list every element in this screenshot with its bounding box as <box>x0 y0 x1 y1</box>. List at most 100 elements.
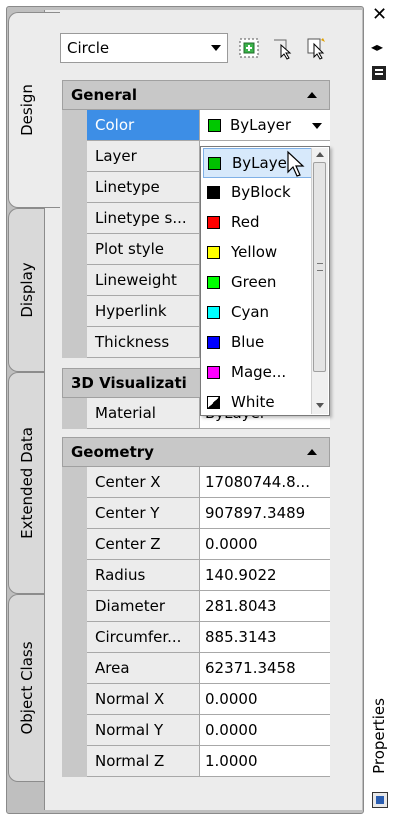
quick-select-icon <box>239 38 259 58</box>
property-row-color[interactable]: Color ByLayer <box>62 110 330 141</box>
color-option-green[interactable]: Green <box>203 268 313 298</box>
palette-icon <box>372 792 388 808</box>
property-row-center-x[interactable]: Center X 17080744.8... <box>62 467 330 498</box>
property-value[interactable]: 0.0000 <box>200 529 330 560</box>
color-option-cyan[interactable]: Cyan <box>203 298 313 328</box>
section-geometry-title: Geometry <box>71 443 154 461</box>
object-type-select[interactable]: Circle <box>60 33 228 63</box>
section-3d-visualization-title: 3D Visualizati <box>71 374 187 392</box>
property-row-normal-x[interactable]: Normal X 0.0000 <box>62 684 330 715</box>
quick-select-button[interactable] <box>236 35 262 61</box>
property-row-center-y[interactable]: Center Y 907897.3489 <box>62 498 330 529</box>
color-swatch-icon <box>207 246 220 259</box>
property-name: Center Y <box>87 498 200 529</box>
close-icon[interactable]: ✕ <box>372 6 387 24</box>
tab-design[interactable]: Design <box>8 12 60 208</box>
palette-title-bar <box>364 0 394 819</box>
property-value[interactable]: 17080744.8... <box>200 467 330 498</box>
select-objects-button[interactable] <box>270 35 296 61</box>
tab-design-label: Design <box>18 84 36 136</box>
property-name: Normal Y <box>87 715 200 746</box>
property-row-diameter[interactable]: Diameter 281.8043 <box>62 591 330 622</box>
color-swatch-icon <box>208 157 221 170</box>
property-row-center-z[interactable]: Center Z 0.0000 <box>62 529 330 560</box>
properties-menu-icon[interactable] <box>372 66 386 80</box>
mouse-cursor-icon <box>287 150 305 177</box>
section-general-title: General <box>71 86 137 104</box>
tab-object-class-label: Object Class <box>17 641 36 735</box>
color-option-red[interactable]: Red <box>203 208 313 238</box>
property-row-normal-z[interactable]: Normal Z 1.0000 <box>62 746 330 777</box>
property-value[interactable]: 281.8043 <box>200 591 330 622</box>
color-option-label: Red <box>231 213 260 231</box>
color-option-byblock[interactable]: ByBlock <box>203 178 313 208</box>
tab-display-label: Display <box>17 262 36 318</box>
scroll-down-icon[interactable] <box>316 403 324 408</box>
scrollbar-thumb[interactable] <box>313 162 326 372</box>
property-name: Center Z <box>87 529 200 560</box>
color-swatch-icon <box>207 306 220 319</box>
grip-icon <box>317 263 323 271</box>
property-name: Lineweight <box>87 265 200 296</box>
color-dropdown-list[interactable]: ByLayer ByBlock Red Yellow Green Cyan Bl… <box>200 146 330 416</box>
auto-hide-icon[interactable]: ◂▸ <box>371 40 383 54</box>
dropdown-scrollbar[interactable] <box>311 148 328 414</box>
color-option-blue[interactable]: Blue <box>203 328 313 358</box>
color-option-label: ByLayer <box>232 154 293 172</box>
section-geometry-header[interactable]: Geometry <box>62 437 330 467</box>
property-value[interactable]: 885.3143 <box>200 622 330 653</box>
color-option-label: Blue <box>231 333 265 351</box>
property-name: Area <box>87 653 200 684</box>
property-value[interactable]: 62371.3458 <box>200 653 330 684</box>
color-swatch-icon <box>207 336 220 349</box>
palette-title-label: Properties <box>370 698 388 774</box>
color-combo[interactable]: ByLayer <box>200 110 330 141</box>
color-swatch-icon <box>207 366 220 379</box>
select-objects-icon <box>274 39 292 60</box>
tab-extended-data[interactable]: Extended Data <box>8 372 44 594</box>
chevron-down-icon <box>312 123 322 129</box>
color-option-yellow[interactable]: Yellow <box>203 238 313 268</box>
property-name: Hyperlink <box>87 296 200 327</box>
color-option-label: Mage... <box>231 363 287 381</box>
color-swatch-icon <box>207 186 220 199</box>
property-name: Plot style <box>87 234 200 265</box>
property-value[interactable]: 1.0000 <box>200 746 330 777</box>
color-option-label: Green <box>231 273 277 291</box>
section-general-header[interactable]: General <box>62 80 330 110</box>
color-option-label: Cyan <box>231 303 270 321</box>
property-name: Linetype <box>87 172 200 203</box>
property-name: Normal Z <box>87 746 200 777</box>
toggle-pickadd-icon <box>307 38 325 60</box>
property-row-area[interactable]: Area 62371.3458 <box>62 653 330 684</box>
color-swatch-icon <box>207 216 220 229</box>
property-row-circumference[interactable]: Circumfer... 885.3143 <box>62 622 330 653</box>
tab-object-class[interactable]: Object Class <box>8 594 44 782</box>
property-name: Material <box>87 398 200 429</box>
property-value[interactable]: 0.0000 <box>200 715 330 746</box>
property-value[interactable]: 907897.3489 <box>200 498 330 529</box>
color-swatch-icon <box>207 276 220 289</box>
property-value[interactable]: 140.9022 <box>200 560 330 591</box>
property-name: Color <box>87 110 200 141</box>
property-row-normal-y[interactable]: Normal Y 0.0000 <box>62 715 330 746</box>
property-name: Thickness <box>87 327 200 358</box>
collapse-icon <box>307 449 317 455</box>
toggle-pickadd-button[interactable] <box>304 35 330 61</box>
color-option-label: White <box>231 393 275 411</box>
property-name: Radius <box>87 560 200 591</box>
scroll-up-icon[interactable] <box>316 152 324 157</box>
color-option-white[interactable]: White <box>203 388 313 418</box>
tab-display[interactable]: Display <box>8 208 44 372</box>
color-swatch-icon <box>207 396 220 409</box>
object-type-value: Circle <box>67 39 110 57</box>
color-option-label: Yellow <box>231 243 278 261</box>
color-option-magenta[interactable]: Mage... <box>203 358 313 388</box>
property-name: Center X <box>87 467 200 498</box>
property-name: Layer <box>87 141 200 172</box>
property-row-radius[interactable]: Radius 140.9022 <box>62 560 330 591</box>
property-name: Diameter <box>87 591 200 622</box>
color-swatch-icon <box>208 119 221 132</box>
property-value[interactable]: 0.0000 <box>200 684 330 715</box>
color-combo-value: ByLayer <box>230 116 291 134</box>
